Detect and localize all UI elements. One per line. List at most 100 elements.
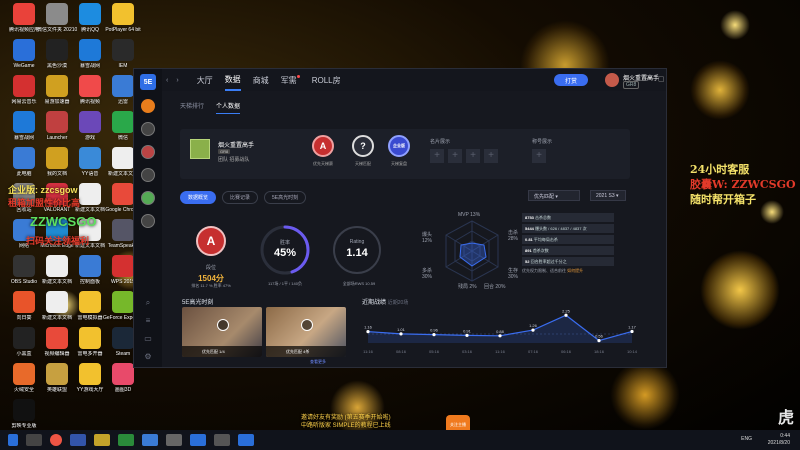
rating-label: Rating bbox=[349, 239, 365, 245]
title-slot[interactable]: + bbox=[532, 149, 546, 163]
forward-button[interactable]: › bbox=[176, 77, 178, 84]
trend-point[interactable] bbox=[366, 330, 370, 334]
play-icon[interactable] bbox=[301, 319, 313, 331]
taskbar-app-icon[interactable] bbox=[70, 434, 86, 446]
desktop-icon[interactable]: PotPlayer 64 bit bbox=[103, 3, 143, 33]
app-icon bbox=[79, 363, 101, 385]
highlight-clip[interactable]: 优先匹配 1/4 bbox=[182, 307, 262, 357]
trend-point[interactable] bbox=[465, 333, 469, 337]
tab-roll[interactable]: ROLL房 bbox=[312, 71, 341, 90]
stat-bar: 5444 爆头数 / 626 / 4837 / 4837 次 bbox=[522, 224, 614, 233]
avatar[interactable] bbox=[605, 73, 619, 87]
tip-button[interactable]: 打赏 bbox=[554, 74, 588, 86]
search-icon[interactable] bbox=[26, 434, 42, 446]
desktop-icon[interactable]: 剪映专业版 bbox=[4, 399, 44, 429]
app-icon bbox=[46, 363, 68, 385]
chat-icon[interactable]: ▭ bbox=[142, 334, 154, 343]
stat-bars: 8753 击杀总数 5444 爆头数 / 626 / 4837 / 4837 次… bbox=[522, 213, 614, 274]
more-link[interactable]: 查看更多 bbox=[310, 359, 326, 365]
rail-avatar[interactable] bbox=[141, 145, 155, 159]
tab-lobby[interactable]: 大厅 bbox=[197, 71, 213, 90]
trend-point[interactable] bbox=[531, 328, 535, 332]
improve-link[interactable]: 如何提升 bbox=[567, 268, 583, 273]
app-icon bbox=[79, 111, 101, 133]
list-icon[interactable]: ≡ bbox=[142, 316, 154, 325]
promo-line1: 24小时客服 bbox=[690, 163, 750, 176]
rail-avatar[interactable] bbox=[141, 214, 155, 228]
app-icon bbox=[13, 363, 35, 385]
trend-point[interactable] bbox=[432, 333, 436, 337]
app-icon bbox=[46, 147, 68, 169]
news-ticker: 邀请好友有奖励 (第五赛季开始啦) 中路听版家 SIMPLE的教程已上线 bbox=[301, 414, 441, 430]
mode-dropdown[interactable]: 优先匹配 ▾ bbox=[528, 190, 580, 201]
rail-avatar[interactable] bbox=[141, 168, 155, 182]
rank-badge-plus[interactable]: 企业版 bbox=[388, 135, 410, 157]
app-icon bbox=[13, 3, 35, 25]
trend-value-label: 0.56 bbox=[595, 334, 604, 339]
taskbar-app-icon[interactable] bbox=[142, 434, 158, 446]
match-history-button[interactable]: 比赛记录 bbox=[222, 191, 259, 204]
profile-avatar[interactable] bbox=[190, 139, 210, 159]
search-icon[interactable]: ⌕ bbox=[142, 298, 154, 307]
subtab-personal[interactable]: 个人数据 bbox=[216, 101, 241, 114]
card-slot[interactable]: + bbox=[484, 149, 498, 163]
clock[interactable]: 0:44 2021/8/20 bbox=[768, 433, 790, 447]
rank-label: 段位 bbox=[205, 265, 216, 271]
language-indicator[interactable]: ENG bbox=[741, 436, 752, 442]
trend-point[interactable] bbox=[597, 339, 601, 343]
taskbar-app-icon[interactable] bbox=[214, 434, 230, 446]
minimize-button[interactable]: — bbox=[646, 75, 653, 82]
app-icon bbox=[13, 327, 35, 349]
rail-avatar[interactable] bbox=[141, 99, 155, 113]
taskbar-app-icon[interactable] bbox=[238, 434, 254, 446]
settings-icon[interactable]: ⚙ bbox=[142, 352, 154, 361]
highlights-button[interactable]: 5E高光时刻 bbox=[264, 191, 307, 204]
highlight-clip[interactable]: 优先匹配 4杀 bbox=[266, 307, 346, 357]
rank-badge-current[interactable]: A bbox=[312, 135, 334, 157]
chrome-icon[interactable] bbox=[50, 434, 62, 446]
maximize-button[interactable]: ▢ bbox=[658, 75, 665, 83]
rank-badge-unknown[interactable]: ? bbox=[352, 135, 374, 157]
notification-dot bbox=[296, 74, 300, 78]
back-button[interactable]: ‹ bbox=[166, 77, 168, 84]
taskbar-app-icon[interactable] bbox=[190, 434, 206, 446]
profile-level: GR8 bbox=[218, 149, 231, 154]
season-dropdown[interactable]: 2021 S3 ▾ bbox=[590, 190, 626, 201]
title-slots-label: 称号展示 bbox=[532, 139, 553, 145]
desktop-icon[interactable]: IEM bbox=[103, 39, 143, 69]
taskbar-app-icon[interactable] bbox=[118, 434, 134, 446]
app-icon bbox=[79, 327, 101, 349]
trend-point[interactable] bbox=[564, 313, 568, 317]
watermark-logo: 虎 bbox=[777, 408, 794, 427]
trend-point[interactable] bbox=[399, 332, 403, 336]
card-slot[interactable]: + bbox=[466, 149, 480, 163]
app-icon bbox=[46, 75, 68, 97]
rail-avatar[interactable] bbox=[141, 191, 155, 205]
app-icon bbox=[13, 255, 35, 277]
trend-point[interactable] bbox=[498, 334, 502, 338]
card-slot[interactable]: + bbox=[448, 149, 462, 163]
trend-value-label: 1.26 bbox=[529, 323, 538, 328]
start-button[interactable] bbox=[8, 434, 18, 446]
card-slot[interactable]: + bbox=[430, 149, 444, 163]
overview-button[interactable]: 数据概览 bbox=[180, 191, 217, 204]
tab-supply[interactable]: 军需 bbox=[281, 71, 300, 90]
radar-label: 击杀 28% bbox=[508, 230, 519, 242]
subtab-ladder[interactable]: 天梯排行 bbox=[180, 101, 204, 114]
trend-point[interactable] bbox=[630, 329, 634, 334]
rank-badge: A bbox=[196, 226, 226, 256]
trend-x-label: 05:16 bbox=[429, 349, 440, 354]
app-logo[interactable]: 5E bbox=[140, 74, 156, 90]
winrate-label: 胜率 bbox=[279, 240, 290, 246]
profile-team: 团队 招募战队 bbox=[218, 157, 250, 163]
taskbar-app-icon[interactable] bbox=[166, 434, 182, 446]
folder-icon[interactable] bbox=[94, 434, 110, 446]
tab-data[interactable]: 数据 bbox=[224, 70, 241, 91]
app-icon bbox=[112, 147, 134, 169]
play-icon[interactable] bbox=[217, 319, 229, 331]
tab-shop[interactable]: 商城 bbox=[253, 71, 269, 90]
trend-x-label: 10:14 bbox=[627, 349, 638, 354]
app-icon bbox=[79, 39, 101, 61]
radar-label: 爆头 12% bbox=[422, 232, 433, 244]
rail-avatar[interactable] bbox=[141, 122, 155, 136]
